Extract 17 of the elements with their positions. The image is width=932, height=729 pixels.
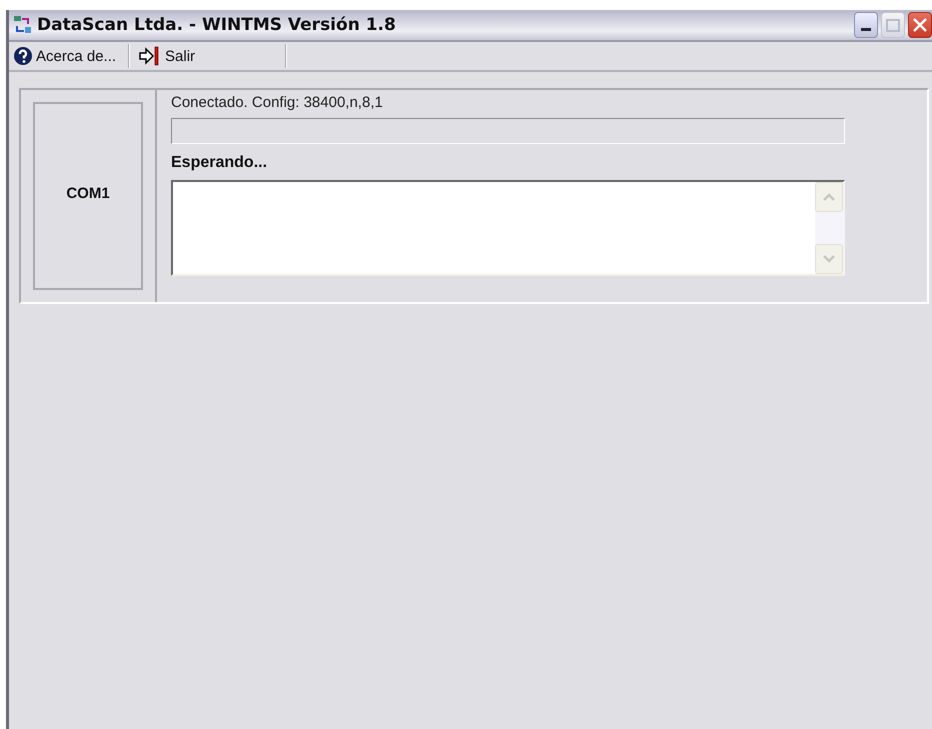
exit-button[interactable]: Salir: [136, 43, 202, 69]
about-button[interactable]: Acerca de...: [11, 43, 122, 69]
network-arrows-icon: [13, 15, 33, 35]
scrollbar[interactable]: [815, 182, 843, 274]
scroll-down-icon: [822, 254, 836, 264]
log-field[interactable]: [171, 180, 845, 276]
window-title: DataScan Ltda. - WINTMS Versión 1.8: [37, 15, 396, 35]
maximize-icon: [886, 18, 900, 32]
status-text: Conectado. Config: 38400,n,8,1: [171, 94, 384, 113]
close-icon: [912, 17, 928, 33]
help-icon: [13, 46, 33, 66]
status-message: Esperando...: [171, 154, 268, 173]
minimize-icon: [861, 28, 871, 32]
close-button[interactable]: [908, 12, 932, 38]
scroll-up-icon: [822, 192, 836, 202]
port-label: COM1: [66, 184, 110, 202]
minimize-button[interactable]: [854, 12, 878, 38]
